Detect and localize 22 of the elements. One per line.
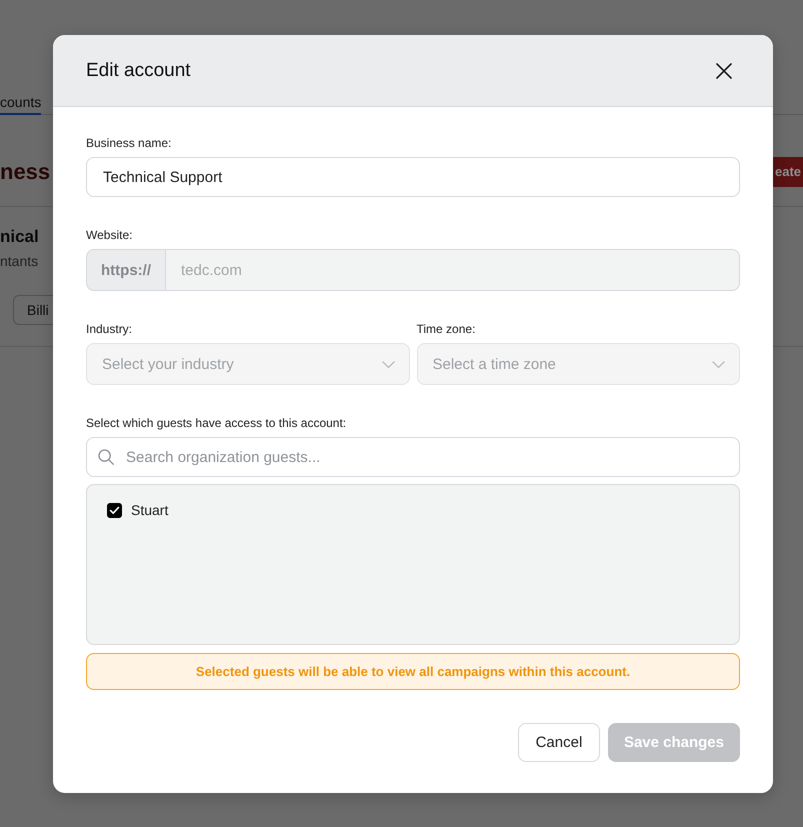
field-label: Select which guests have access to this account: (86, 415, 346, 431)
account-subtitle: ntants (0, 252, 38, 270)
page-title: ness (0, 158, 50, 186)
guest-name: Stuart (131, 502, 168, 518)
cancel-button[interactable]: Cancel (518, 723, 600, 762)
text-input[interactable]: Technical Support (86, 157, 740, 197)
checkbox[interactable] (107, 502, 122, 518)
url-prefix: https:// (86, 249, 166, 291)
search-icon (98, 449, 114, 465)
info-notice: Selected guests will be able to view all campaigns within this account. (86, 653, 740, 690)
chevron-down-icon (382, 360, 394, 368)
search-field[interactable]: Search organization guests... (86, 437, 740, 477)
field-label: Business name: (86, 135, 172, 151)
close-icon (716, 62, 732, 78)
chevron-down-icon (712, 360, 725, 368)
field-label: Industry: (86, 321, 132, 337)
dialog-title: Edit account (86, 60, 191, 82)
close-button[interactable] (716, 62, 732, 78)
tab[interactable]: counts (0, 84, 42, 115)
account-name: nical (0, 226, 39, 248)
field-label: Website: (86, 227, 132, 243)
field-label: Time zone: (416, 321, 476, 337)
